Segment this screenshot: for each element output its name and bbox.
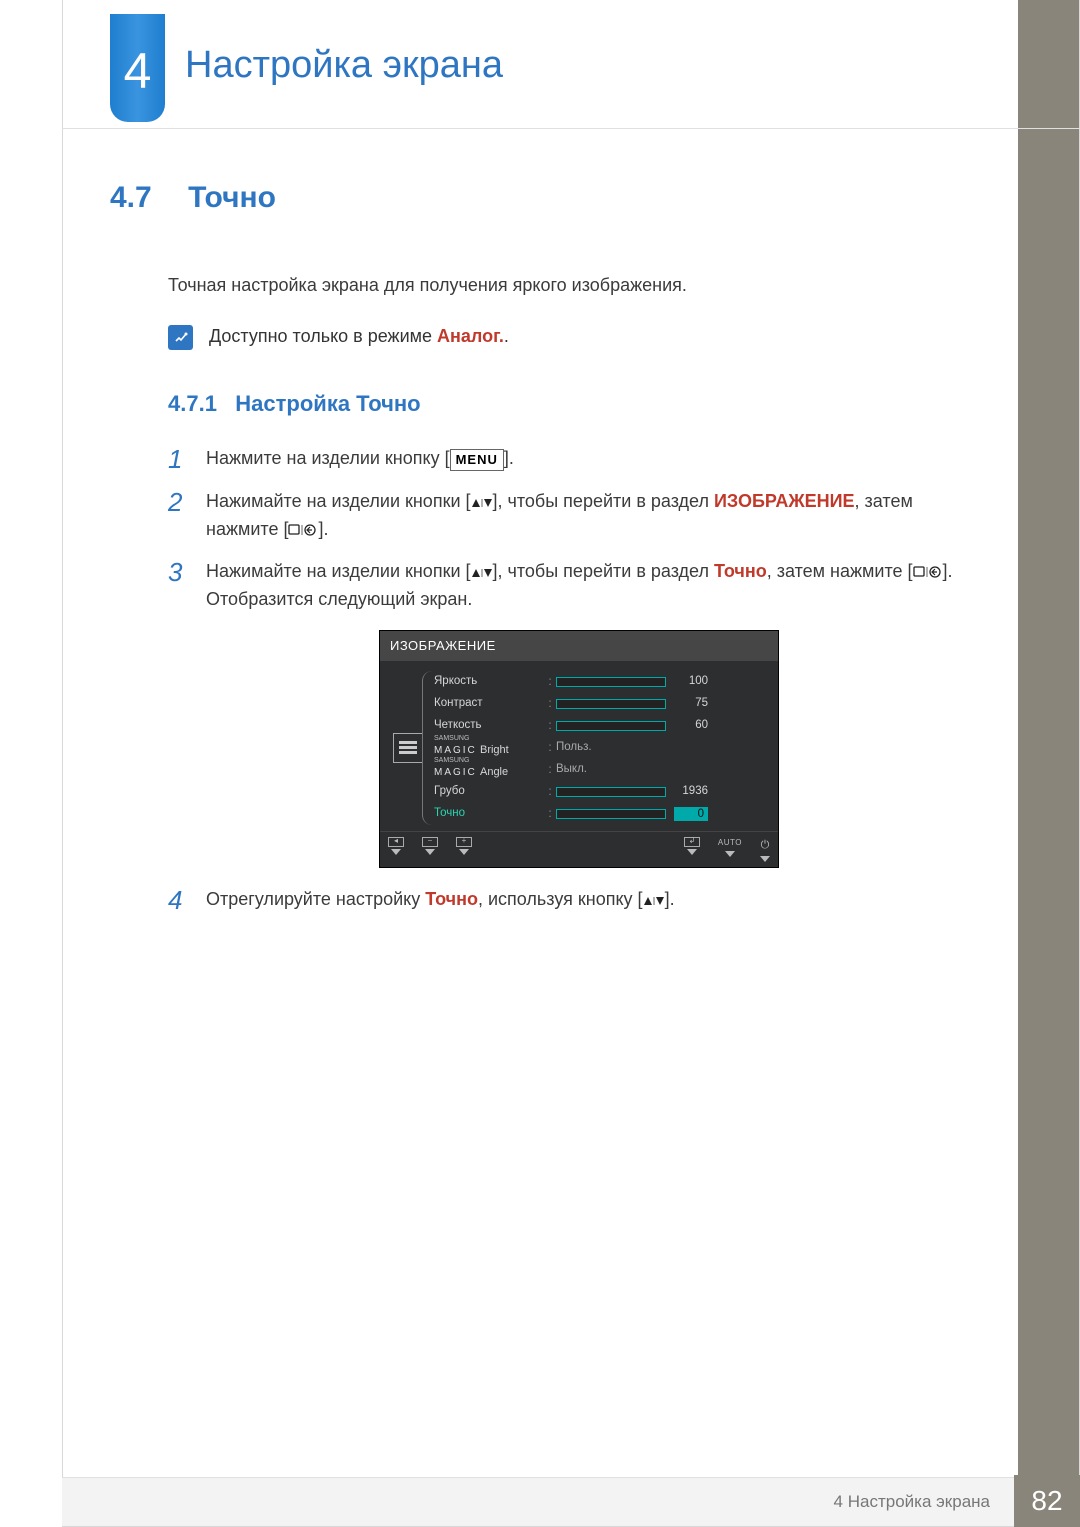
source-enter-icon <box>288 519 318 539</box>
osd-row-magic-angle: SAMSUNG MAGIC Angle : Выкл. <box>434 759 766 781</box>
page-footer: 4 Настройка экрана 82 <box>62 1475 1080 1527</box>
osd-footer-auto-icon: AUTO <box>718 837 742 862</box>
step-4: 4 Отрегулируйте настройку Точно, использ… <box>168 886 990 915</box>
header-divider <box>62 128 1080 129</box>
chapter-header: 4 Настройка экрана <box>110 14 503 124</box>
osd-row-contrast: Контраст: 75 <box>434 693 766 715</box>
osd-footer-back-icon: ◂ <box>388 837 404 862</box>
osd-footer-plus-icon: + <box>456 837 472 862</box>
osd-footer-minus-icon: − <box>422 837 438 862</box>
chapter-number-badge: 4 <box>110 14 165 122</box>
up-down-triangle-icon <box>471 561 493 581</box>
osd-footer-power-icon: ⏻ <box>760 837 770 862</box>
osd-row-sharpness: Четкость: 60 <box>434 715 766 737</box>
section-heading: 4.7 Точно <box>110 175 990 222</box>
steps-list: 1 Нажмите на изделии кнопку [MENU]. 2 На… <box>168 445 990 914</box>
step-number: 1 <box>168 445 206 474</box>
note-text: Доступно только в режиме Аналог.. <box>209 323 509 351</box>
osd-footer: ◂ − + ↲ AUTO ⏻ <box>380 831 778 867</box>
step-number: 4 <box>168 886 206 915</box>
keyword-image: ИЗОБРАЖЕНИЕ <box>714 491 855 511</box>
footer-chapter-label: 4 Настройка экрана <box>62 1477 1014 1526</box>
source-enter-icon <box>913 561 943 581</box>
step-number: 2 <box>168 488 206 517</box>
osd-bar <box>556 677 666 687</box>
osd-row-magic-bright: SAMSUNG MAGIC Bright : Польз. <box>434 737 766 759</box>
keyword-fine: Точно <box>425 889 478 909</box>
keyword-fine: Точно <box>714 561 767 581</box>
intro-paragraph: Точная настройка экрана для получения яр… <box>168 272 990 300</box>
note-highlight: Аналог. <box>437 326 504 346</box>
osd-picture-icon <box>393 733 423 763</box>
subsection-heading: 4.7.1 Настройка Точно <box>168 387 990 421</box>
subsection-title: Настройка Точно <box>235 391 420 416</box>
section-number: 4.7 <box>110 181 152 214</box>
page-content: 4.7 Точно Точная настройка экрана для по… <box>110 175 990 928</box>
subsection-number: 4.7.1 <box>168 391 217 416</box>
osd-row-coarse: Грубо: 1936 <box>434 781 766 803</box>
osd-row-fine: Точно: 0 <box>434 803 766 825</box>
note-icon <box>168 325 193 350</box>
step-1: 1 Нажмите на изделии кнопку [MENU]. <box>168 445 990 474</box>
up-down-triangle-icon <box>643 889 665 909</box>
footer-page-number: 82 <box>1014 1475 1080 1527</box>
osd-title: ИЗОБРАЖЕНИЕ <box>380 631 778 661</box>
step-2: 2 Нажимайте на изделии кнопки [], чтобы … <box>168 488 990 544</box>
osd-curve-decoration <box>422 671 432 825</box>
osd-screenshot: ИЗОБРАЖЕНИЕ Яркость: 100 <box>379 630 779 868</box>
osd-footer-enter-icon: ↲ <box>684 837 700 862</box>
step-number: 3 <box>168 558 206 587</box>
up-down-triangle-icon <box>471 491 493 511</box>
section-title: Точно <box>188 181 276 214</box>
note-row: Доступно только в режиме Аналог.. <box>168 323 990 351</box>
osd-row-brightness: Яркость: 100 <box>434 671 766 693</box>
step-3: 3 Нажимайте на изделии кнопки [], чтобы … <box>168 558 990 614</box>
chapter-title: Настройка экрана <box>185 44 503 87</box>
menu-button-icon: MENU <box>450 449 504 471</box>
